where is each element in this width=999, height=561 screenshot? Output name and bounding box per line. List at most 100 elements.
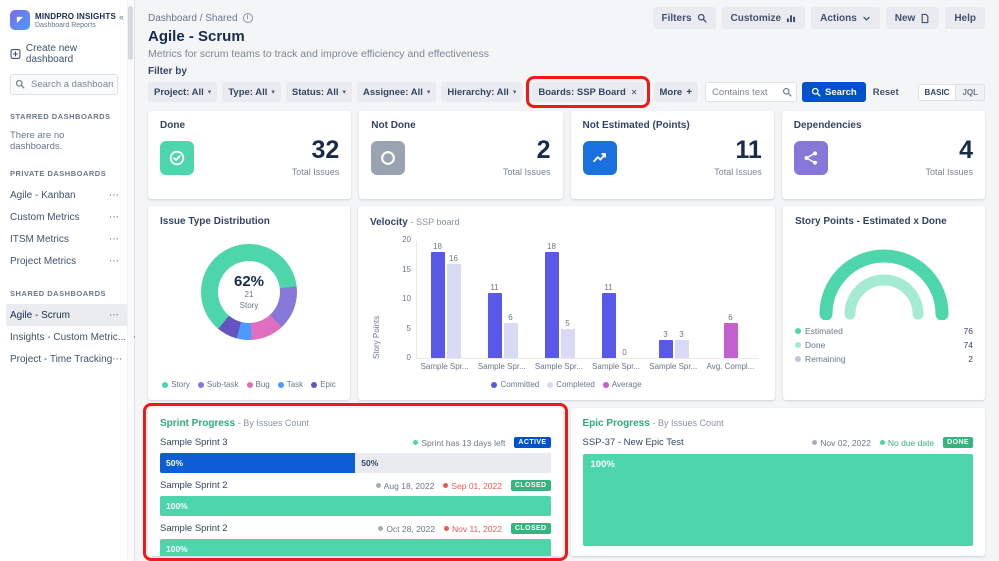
legend-item-story: Story: [162, 380, 190, 389]
item-menu-icon[interactable]: ⋯: [112, 354, 123, 365]
gauge-inner-arc: [844, 274, 924, 320]
chevron-down-icon: ▾: [426, 89, 431, 96]
sprint-name: Sample Sprint 2: [160, 480, 228, 491]
bar-value-label: 18: [433, 241, 442, 251]
filter-chip-type[interactable]: Type: All ▾: [222, 82, 281, 102]
sprint-progress-bar: 100%: [160, 539, 551, 556]
chevron-down-icon: ▾: [512, 89, 517, 96]
shared-dashboards-header: SHARED DASHBOARDS: [10, 289, 107, 298]
sidebar-item-agile-kanban[interactable]: Agile - Kanban ⋯: [6, 184, 127, 206]
topbar: Dashboard / Shared i Filters Customize Act…: [148, 7, 985, 29]
reset-button[interactable]: Reset: [873, 87, 899, 98]
sidebar-search-input[interactable]: [10, 74, 118, 95]
donut-center-percent: 62%: [233, 273, 265, 291]
bottom-row: Sprint Progress - By Issues Count Sample…: [143, 403, 985, 561]
velocity-bar-average: 6: [723, 312, 738, 358]
velocity-bar-group: 18 5: [531, 242, 588, 358]
y-tick-label: 5: [406, 323, 411, 333]
filter-chip-more[interactable]: More +: [653, 82, 699, 102]
bar-value-label: 0: [622, 348, 627, 357]
item-menu-icon[interactable]: ⋯: [109, 190, 120, 201]
plus-icon: +: [686, 86, 693, 98]
main-content: Dashboard / Shared i Filters Customize Act…: [135, 0, 999, 561]
topbar-button-customize[interactable]: Customize: [721, 7, 806, 29]
topbar-button-actions[interactable]: Actions: [811, 7, 880, 29]
starred-empty-text: There are no dashboards.: [10, 130, 65, 152]
bar-value-label: 6: [508, 312, 513, 322]
dependency-icon: [793, 140, 828, 175]
create-dashboard-label: Create new dashboard: [25, 43, 78, 65]
item-menu-icon[interactable]: ⋯: [109, 212, 120, 223]
remove-filter-icon[interactable]: ✕: [631, 88, 638, 97]
y-tick-label: 20: [402, 235, 411, 244]
filter-chip-project[interactable]: Project: All ▾: [148, 82, 218, 102]
topbar-button-filters[interactable]: Filters: [652, 7, 716, 29]
sprint-progress-card: Sprint Progress - By Issues Count Sample…: [143, 403, 568, 561]
sidebar-scrollbar[interactable]: [127, 0, 134, 561]
sidebar-item-custom-metrics[interactable]: Custom Metrics ⋯: [6, 206, 127, 228]
donut-legend: Story Sub-task Bug Task Epic: [148, 380, 350, 389]
filter-chip-boards[interactable]: Boards: SSP Board ✕: [532, 82, 644, 102]
bar-value-label: 6: [728, 312, 733, 322]
item-menu-icon[interactable]: ⋯: [109, 256, 120, 267]
sidebar-item-itsm-metrics[interactable]: ITSM Metrics ⋯: [6, 228, 127, 250]
sidebar-item-project-metrics[interactable]: Project Metrics ⋯: [6, 250, 127, 272]
starred-dashboards-header: STARRED DASHBOARDS: [10, 112, 111, 121]
query-mode-toggle: BASIC JQL: [917, 83, 985, 101]
sidebar-collapse-icon[interactable]: «: [119, 12, 124, 22]
breadcrumb[interactable]: Dashboard / Shared i: [148, 13, 253, 24]
filter-bar: Project: All ▾ Type: All ▾ Status: All ▾ Assig…: [148, 76, 985, 108]
brand: MINDPRO INSIGHTS Dashboard Reports: [10, 10, 118, 30]
item-menu-icon[interactable]: ⋯: [109, 310, 120, 321]
search-button[interactable]: Search: [802, 82, 866, 102]
mode-jql-button[interactable]: JQL: [955, 84, 984, 100]
stat-caption: Total Issues: [502, 167, 551, 177]
filter-chip-hierarchy[interactable]: Hierarchy: All ▾: [441, 82, 523, 102]
velocity-bar-group: 11 6: [474, 283, 531, 358]
create-dashboard-button[interactable]: Create new dashboard: [10, 43, 118, 65]
donut-center-count: 21: [244, 290, 254, 300]
x-tick-label: Sample Spr...: [534, 362, 583, 371]
stat-caption: Total Issues: [291, 167, 340, 177]
donut-center: 62% 21 Story: [218, 261, 280, 323]
topbar-button-help[interactable]: Help: [945, 7, 985, 29]
mode-basic-button[interactable]: BASIC: [918, 84, 956, 100]
scrollbar-thumb[interactable]: [128, 6, 133, 60]
brand-title: MINDPRO INSIGHTS: [35, 12, 116, 21]
legend-item-average: Average: [602, 380, 642, 389]
filter-chip-assignee[interactable]: Assignee: All ▾: [357, 82, 437, 102]
gauge-card-title: Story Points - Estimated x Done: [795, 216, 947, 227]
donut-center-label: Story: [239, 300, 259, 310]
sidebar-item-project-time-tracking[interactable]: Project - Time Tracking ⋯: [6, 348, 127, 370]
check-circle-icon: [160, 140, 194, 175]
item-menu-icon[interactable]: ⋯: [109, 234, 120, 245]
date-label: Sprint has 13 days left: [413, 438, 505, 448]
date-label: Oct 28, 2022: [378, 524, 435, 534]
velocity-bar-completed: 5: [560, 319, 575, 358]
donut-card-title: Issue Type Distribution: [160, 216, 270, 227]
date-label: Nov 02, 2022: [812, 438, 871, 448]
epic-progress-card: Epic Progress - By Issues Count SSP-37 -…: [570, 408, 985, 556]
private-dashboards-list: Agile - Kanban ⋯ Custom Metrics ⋯ ITSM Metri…: [10, 184, 119, 272]
stat-value: 32: [311, 136, 340, 164]
stats-row: Done 32 Total Issues Not Done 2 Total Issues N…: [148, 111, 985, 199]
epic-bar-label: 100%: [590, 459, 615, 470]
filter-chip-status[interactable]: Status: All ▾: [285, 82, 353, 102]
sidebar-item-insights-custom-metric[interactable]: Insights - Custom Metric...⋯: [6, 326, 136, 348]
date-label: Sep 01, 2022: [443, 481, 502, 491]
page-icon: [920, 13, 930, 24]
trend-icon: [582, 140, 617, 175]
chevron-icon: [862, 14, 871, 23]
topbar-button-new[interactable]: New: [885, 7, 940, 29]
legend-item-committed: Committed: [491, 380, 539, 389]
date-label: Nov 11, 2022: [443, 524, 502, 534]
gauge-legend-row-remaining: Remaining 2: [795, 354, 973, 364]
legend-item-task: Task: [277, 380, 303, 389]
info-icon[interactable]: i: [242, 13, 253, 23]
progress-row-header: Sample Sprint 3 Sprint has 13 days left AC…: [160, 437, 551, 448]
x-tick-label: Sample Spr...: [592, 362, 641, 371]
search-icon: [697, 13, 707, 23]
sidebar-item-agile-scrum[interactable]: Agile - Scrum ⋯: [6, 304, 127, 326]
date-label: No due date: [879, 438, 934, 448]
bar-value-label: 3: [663, 330, 668, 340]
